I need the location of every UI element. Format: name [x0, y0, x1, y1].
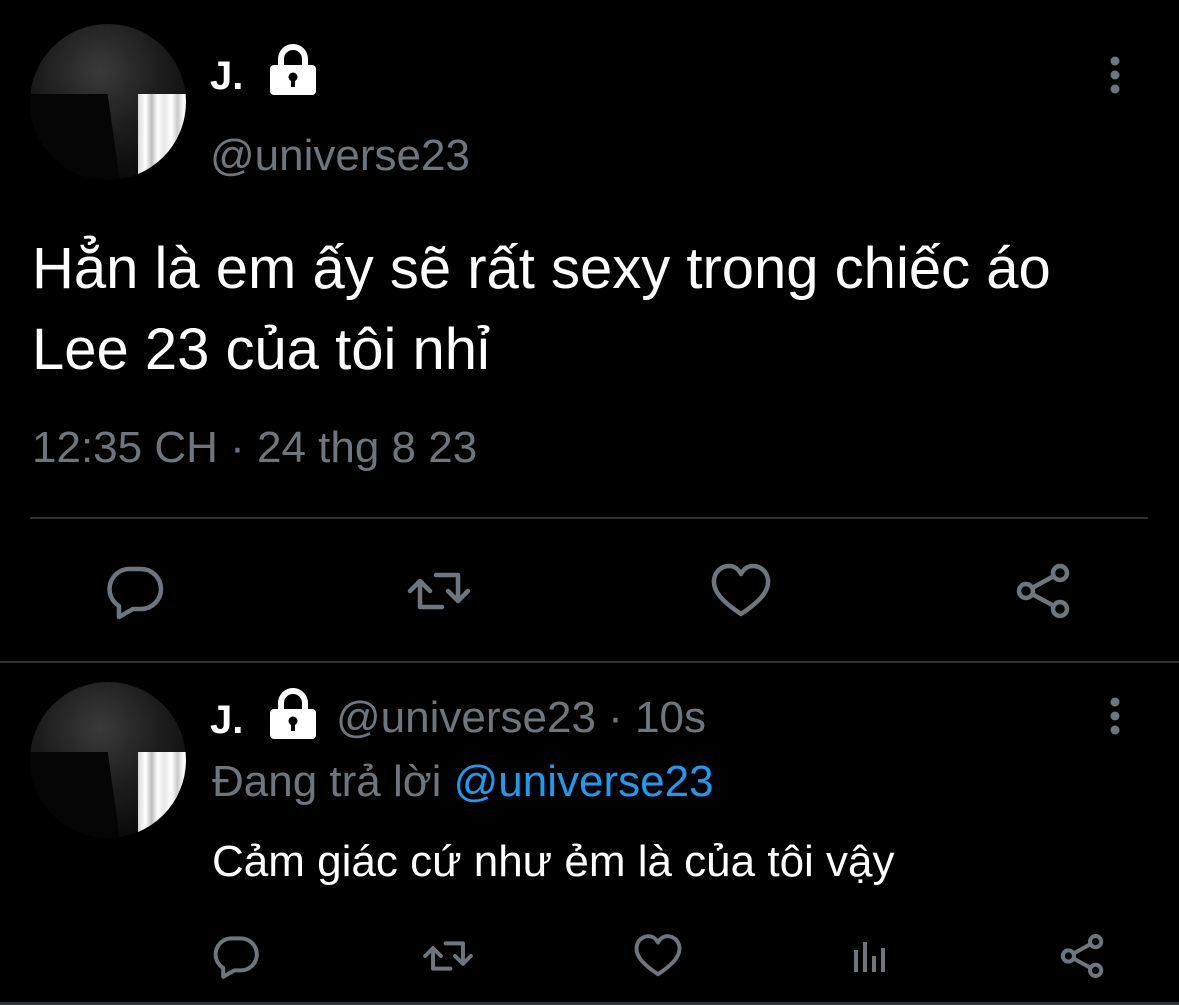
share-icon	[1016, 563, 1070, 619]
handle-and-time[interactable]: @universe23 · 10s	[336, 696, 706, 740]
divider	[30, 517, 1148, 519]
share-button[interactable]	[1008, 556, 1078, 626]
reply-icon	[107, 566, 164, 620]
avatar-curtain	[138, 94, 186, 180]
share-button[interactable]	[1054, 928, 1110, 984]
avatar[interactable]	[30, 682, 186, 838]
lock-icon	[270, 688, 316, 739]
analytics-button[interactable]	[842, 928, 898, 984]
tweet-text: Hẳn là em ấy sẽ rất sexy trong chiếc áo …	[32, 236, 1051, 382]
avatar-shadow	[30, 94, 121, 180]
timestamp[interactable]: 12:35 CH · 24 thg 8 23	[32, 426, 477, 470]
display-name[interactable]: J.	[210, 56, 243, 96]
reply-button[interactable]	[100, 556, 170, 626]
share-icon	[1060, 934, 1104, 978]
mention-link[interactable]: @universe23	[454, 757, 714, 806]
like-icon	[634, 934, 682, 977]
display-name[interactable]: J.	[210, 700, 243, 740]
tweet-thread: J. @universe23 Hẳn là em ấy sẽ rất sexy …	[0, 0, 1179, 1005]
more-options-icon[interactable]	[1104, 56, 1126, 96]
retweet-button[interactable]	[404, 556, 474, 626]
avatar[interactable]	[30, 24, 186, 180]
avatar-curtain	[138, 752, 186, 838]
like-button[interactable]	[706, 556, 776, 626]
retweet-icon	[423, 941, 473, 971]
like-button[interactable]	[630, 928, 686, 984]
retweet-icon	[407, 572, 471, 610]
reply-button[interactable]	[208, 928, 264, 984]
replying-label: Đang trả lời	[212, 757, 454, 806]
retweet-button[interactable]	[420, 928, 476, 984]
replying-to: Đang trả lời @universe23	[212, 760, 714, 804]
avatar-shadow	[30, 752, 121, 838]
tweet-text: Cảm giác cứ như ẻm là của tôi vậy	[212, 837, 895, 886]
reply-icon	[213, 936, 259, 979]
like-icon	[711, 563, 771, 617]
main-tweet: J. @universe23 Hẳn là em ấy sẽ rất sexy …	[0, 0, 1179, 663]
section-divider	[0, 661, 1179, 663]
more-options-icon[interactable]	[1104, 697, 1126, 737]
analytics-icon	[854, 942, 885, 972]
lock-icon	[270, 44, 316, 95]
handle[interactable]: @universe23	[210, 134, 470, 178]
